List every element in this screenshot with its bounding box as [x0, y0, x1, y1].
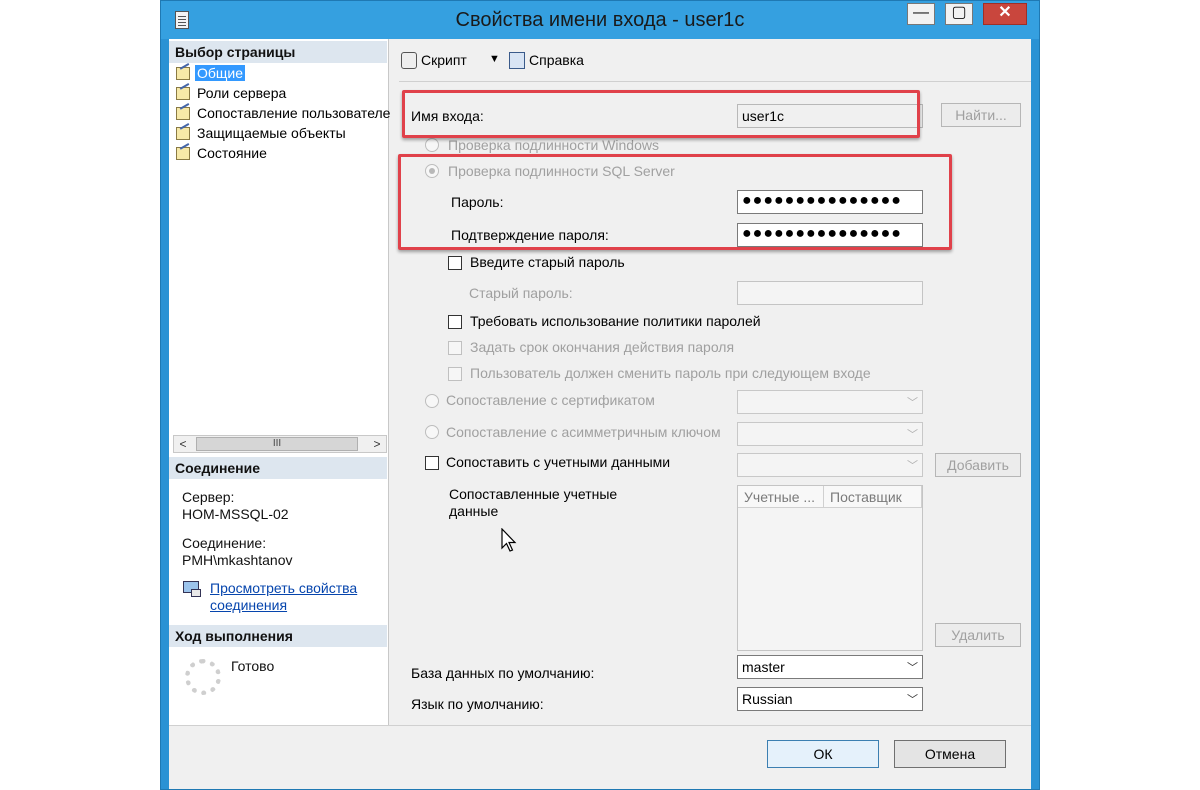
- map-asym-key-radio[interactable]: [425, 425, 439, 439]
- script-icon: [399, 51, 419, 69]
- page-server-roles[interactable]: Роли сервера: [175, 85, 288, 105]
- view-connection-properties-link[interactable]: Просмотреть свойства: [210, 580, 357, 596]
- scroll-right-arrow[interactable]: >: [368, 436, 386, 452]
- password-highlight-box: [398, 154, 952, 250]
- connection-properties-icon: [183, 581, 201, 597]
- dialog-client: Выбор страницы Общие Роли сервера Сопост…: [169, 39, 1031, 789]
- default-db-combo[interactable]: master ﹀: [737, 655, 923, 679]
- page-icon: [175, 145, 193, 161]
- page-icon: [175, 85, 193, 101]
- chevron-down-icon: ﹀: [907, 397, 918, 409]
- title-bar[interactable]: Свойства имени входа - user1c — ▢ ✕: [161, 1, 1039, 39]
- map-certificate-label: Сопоставление с сертификатом: [446, 392, 655, 408]
- chevron-down-icon: ﹀: [907, 460, 918, 472]
- toolbar-divider: [399, 81, 1031, 82]
- progress-header: Ход выполнения: [169, 625, 387, 647]
- pages-horizontal-scrollbar[interactable]: < III >: [173, 435, 387, 453]
- must-change-label: Пользователь должен сменить пароль при с…: [470, 365, 871, 381]
- find-button[interactable]: Найти...: [941, 103, 1021, 127]
- connection-value: PMH\mkashtanov: [182, 552, 293, 568]
- help-button[interactable]: Справка: [507, 51, 584, 69]
- map-certificate-radio[interactable]: [425, 394, 439, 408]
- enforce-expiration-checkbox[interactable]: [448, 341, 462, 355]
- enforce-policy-label: Требовать использование политики паролей: [470, 313, 761, 329]
- help-label: Справка: [529, 52, 584, 68]
- old-password-check-label: Введите старый пароль: [470, 254, 625, 270]
- connection-header: Соединение: [169, 457, 387, 479]
- page-general[interactable]: Общие: [175, 65, 246, 85]
- close-button[interactable]: ✕: [983, 3, 1027, 25]
- server-value: HOM-MSSQL-02: [182, 506, 289, 522]
- script-dropdown-arrow[interactable]: ▼: [489, 53, 500, 65]
- credentials-combo[interactable]: ﹀: [737, 453, 923, 477]
- select-page-header: Выбор страницы: [169, 41, 387, 63]
- page-icon: [175, 105, 193, 121]
- page-label: Состояние: [197, 145, 267, 161]
- add-credential-button[interactable]: Добавить: [935, 453, 1021, 477]
- mapped-credentials-grid[interactable]: Учетные ... Поставщик: [737, 485, 923, 651]
- left-pane: Выбор страницы Общие Роли сервера Сопост…: [169, 39, 392, 725]
- page-label: Роли сервера: [197, 85, 287, 101]
- map-credentials-checkbox[interactable]: [425, 456, 439, 470]
- minimize-button[interactable]: —: [907, 3, 935, 25]
- page-icon: [175, 65, 193, 81]
- old-password-field[interactable]: [737, 281, 923, 305]
- login-name-highlight-box: [402, 90, 920, 138]
- page-user-mapping[interactable]: Сопоставление пользователе: [175, 105, 392, 125]
- chevron-down-icon: ﹀: [907, 662, 918, 674]
- chevron-down-icon: ﹀: [907, 429, 918, 441]
- enforce-policy-checkbox[interactable]: [448, 315, 462, 329]
- dialog-footer: ОК Отмена: [169, 725, 1031, 789]
- script-label: Скрипт: [421, 52, 467, 68]
- scroll-thumb[interactable]: III: [196, 437, 358, 451]
- old-password-label: Старый пароль:: [469, 285, 573, 301]
- page-label: Защищаемые объекты: [197, 125, 346, 141]
- grid-column-provider[interactable]: Поставщик: [824, 486, 922, 508]
- page-label: Общие: [195, 65, 246, 81]
- old-password-checkbox[interactable]: [448, 256, 462, 270]
- enforce-expiration-label: Задать срок окончания действия пароля: [470, 339, 735, 355]
- scroll-left-arrow[interactable]: <: [174, 436, 192, 452]
- chevron-down-icon: ﹀: [907, 694, 918, 706]
- mapped-credentials-label: Сопоставленные учетные: [449, 486, 618, 502]
- default-lang-combo[interactable]: Russian ﹀: [737, 687, 923, 711]
- must-change-checkbox[interactable]: [448, 367, 462, 381]
- page-securables[interactable]: Защищаемые объекты: [175, 125, 348, 145]
- default-lang-label: Язык по умолчанию:: [411, 696, 544, 712]
- map-credentials-label: Сопоставить с учетными данными: [446, 454, 671, 470]
- windows-auth-radio[interactable]: [425, 138, 439, 152]
- cancel-button[interactable]: Отмена: [894, 740, 1006, 768]
- certificate-combo[interactable]: ﹀: [737, 390, 923, 414]
- server-label: Сервер:: [182, 489, 235, 505]
- default-db-label: База данных по умолчанию:: [411, 665, 595, 681]
- progress-status: Готово: [231, 658, 275, 674]
- page-label: Сопоставление пользователе: [197, 105, 391, 121]
- maximize-button[interactable]: ▢: [945, 3, 973, 25]
- page-icon: [175, 125, 193, 141]
- ok-button[interactable]: ОК: [767, 740, 879, 768]
- progress-spinner-icon: [185, 659, 221, 695]
- help-icon: [507, 51, 527, 69]
- grid-column-credential[interactable]: Учетные ...: [738, 486, 824, 508]
- remove-credential-button[interactable]: Удалить: [935, 623, 1021, 647]
- windows-auth-label: Проверка подлинности Windows: [448, 137, 659, 153]
- asym-key-combo[interactable]: ﹀: [737, 422, 923, 446]
- default-db-value: master: [742, 659, 785, 675]
- view-connection-properties-link-cont[interactable]: соединения: [210, 597, 287, 613]
- default-lang-value: Russian: [742, 691, 793, 707]
- map-asym-key-label: Сопоставление с асимметричным ключом: [446, 424, 721, 440]
- connection-label: Соединение:: [182, 535, 267, 551]
- mapped-credentials-label-cont: данные: [449, 503, 499, 519]
- script-button[interactable]: Скрипт: [399, 51, 467, 69]
- page-status[interactable]: Состояние: [175, 145, 269, 165]
